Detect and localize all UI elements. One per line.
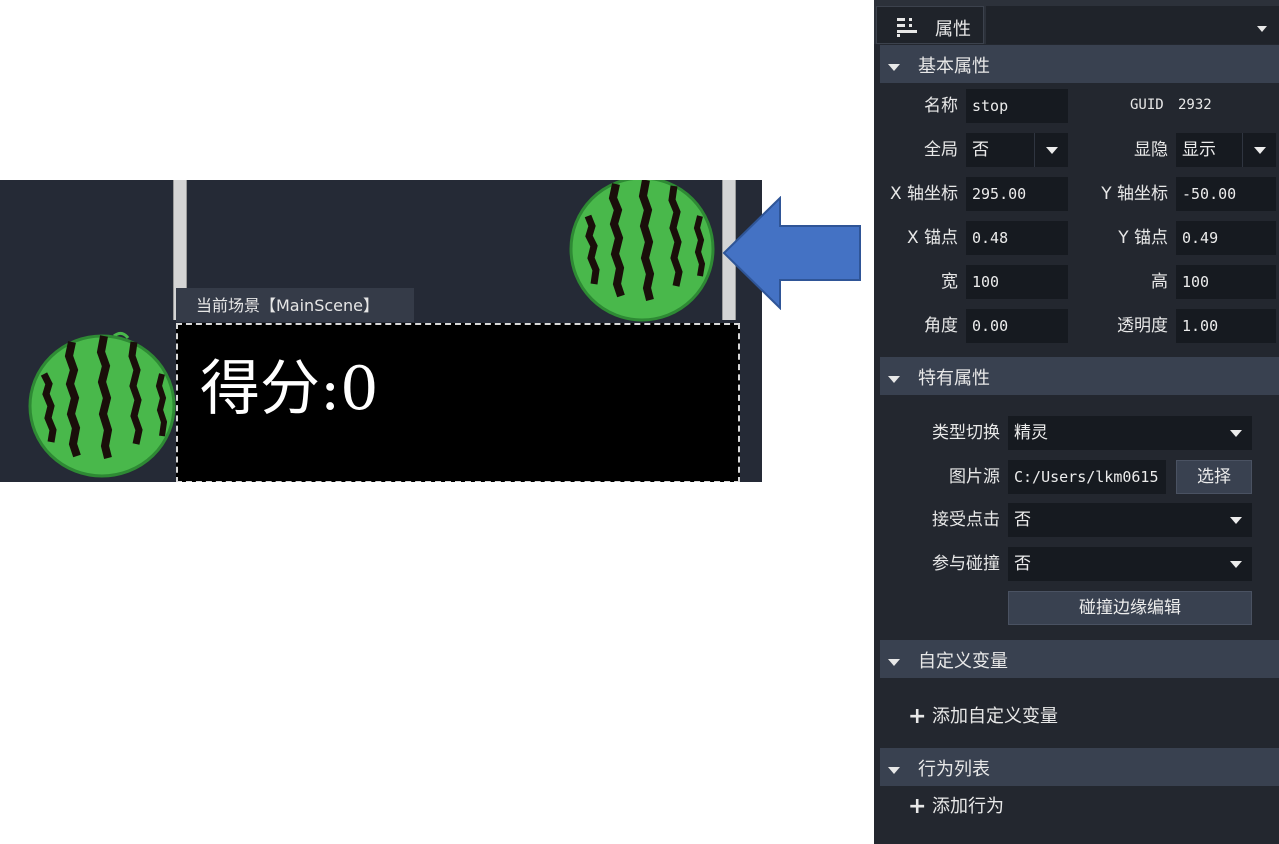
height-input[interactable]: 100: [1176, 265, 1276, 299]
panel-header-dropdown[interactable]: [986, 6, 1279, 44]
panel-header: 属性: [874, 0, 1279, 44]
name-input[interactable]: stop: [966, 89, 1068, 123]
chevron-down-icon: [1230, 561, 1242, 568]
section-behavior-list[interactable]: 行为列表: [880, 748, 1279, 786]
type-switch-label: 类型切换: [932, 423, 1000, 443]
select-image-button[interactable]: 选择: [1176, 460, 1252, 494]
collapse-triangle-icon: [888, 767, 900, 774]
opacity-input[interactable]: 1.00: [1176, 309, 1276, 343]
score-text: 得分:0: [200, 354, 379, 424]
angle-input[interactable]: 0.00: [966, 309, 1068, 343]
global-select-toggle[interactable]: [1034, 133, 1068, 167]
name-label: 名称: [924, 96, 958, 116]
image-source-input[interactable]: C:/Users/lkm0615: [1008, 460, 1166, 494]
y-coord-input[interactable]: -50.00: [1176, 177, 1276, 211]
y-coord-label: Y 轴坐标: [1101, 184, 1168, 204]
section-custom-variables[interactable]: 自定义变量: [880, 640, 1279, 678]
accept-click-select[interactable]: 否: [1008, 503, 1252, 537]
y-anchor-label: Y 锚点: [1118, 228, 1168, 248]
visibility-select-value: 显示: [1182, 140, 1216, 160]
panel-title: 属性: [935, 19, 971, 40]
x-coord-input[interactable]: 295.00: [966, 177, 1068, 211]
watermelon-sprite[interactable]: [28, 328, 178, 478]
section-basic-properties[interactable]: 基本属性: [880, 45, 1279, 83]
y-anchor-input[interactable]: 0.49: [1176, 221, 1276, 255]
x-coord-label: X 轴坐标: [889, 184, 958, 204]
collapse-triangle-icon: [888, 376, 900, 383]
height-label: 高: [1151, 272, 1168, 292]
chevron-down-icon: [1230, 517, 1242, 524]
plus-icon: +: [908, 704, 927, 729]
plus-icon: +: [908, 794, 927, 819]
chevron-down-icon: [1254, 147, 1266, 154]
add-behavior-label: 添加行为: [932, 796, 1004, 817]
collapse-triangle-icon: [888, 659, 900, 666]
section-title: 自定义变量: [918, 651, 1008, 672]
global-select-value: 否: [972, 140, 989, 160]
collision-value: 否: [1014, 554, 1031, 574]
chevron-down-icon: [1230, 430, 1242, 437]
add-behavior-button[interactable]: + 添加行为: [908, 792, 1004, 822]
edit-collision-edge-button[interactable]: 碰撞边缘编辑: [1008, 591, 1252, 625]
visibility-select[interactable]: 显示: [1176, 133, 1276, 167]
pointer-arrow-icon: [722, 196, 861, 310]
image-source-label: 图片源: [949, 467, 1000, 487]
score-label-sprite[interactable]: 得分:0: [176, 323, 740, 482]
tab-properties[interactable]: 属性: [876, 6, 984, 44]
add-custom-variable-label: 添加自定义变量: [932, 706, 1058, 727]
properties-icon: [897, 18, 917, 37]
width-label: 宽: [941, 272, 958, 292]
chevron-down-icon: [1257, 26, 1267, 32]
scene-preview[interactable]: 当前场景【MainScene】 得分:0: [0, 180, 762, 482]
section-special-properties[interactable]: 特有属性: [880, 357, 1279, 395]
opacity-label: 透明度: [1117, 316, 1168, 336]
visibility-label: 显隐: [1134, 140, 1168, 160]
add-custom-variable-button[interactable]: + 添加自定义变量: [908, 702, 1058, 732]
chevron-down-icon: [1046, 147, 1058, 154]
section-title: 行为列表: [918, 759, 990, 780]
watermelon-sprite-stop[interactable]: [568, 180, 716, 322]
current-scene-tab[interactable]: 当前场景【MainScene】: [176, 288, 414, 322]
global-label: 全局: [924, 140, 958, 160]
guid-value: 2932: [1178, 97, 1212, 113]
collision-label: 参与碰撞: [932, 554, 1000, 574]
section-title: 特有属性: [918, 368, 990, 389]
type-switch-value: 精灵: [1014, 423, 1048, 443]
width-input[interactable]: 100: [966, 265, 1068, 299]
visibility-select-toggle[interactable]: [1242, 133, 1276, 167]
global-select[interactable]: 否: [966, 133, 1068, 167]
angle-label: 角度: [924, 316, 958, 336]
guid-label: GUID: [1130, 97, 1164, 113]
x-anchor-label: X 锚点: [906, 228, 958, 248]
collapse-triangle-icon: [888, 64, 900, 71]
properties-panel: 属性 基本属性 名称 stop GUID 2932 全局 否 显隐 显示 X 轴…: [874, 0, 1279, 844]
collision-select[interactable]: 否: [1008, 547, 1252, 581]
section-title: 基本属性: [918, 56, 990, 77]
x-anchor-input[interactable]: 0.48: [966, 221, 1068, 255]
accept-click-value: 否: [1014, 510, 1031, 530]
accept-click-label: 接受点击: [932, 510, 1000, 530]
type-switch-select[interactable]: 精灵: [1008, 416, 1252, 450]
